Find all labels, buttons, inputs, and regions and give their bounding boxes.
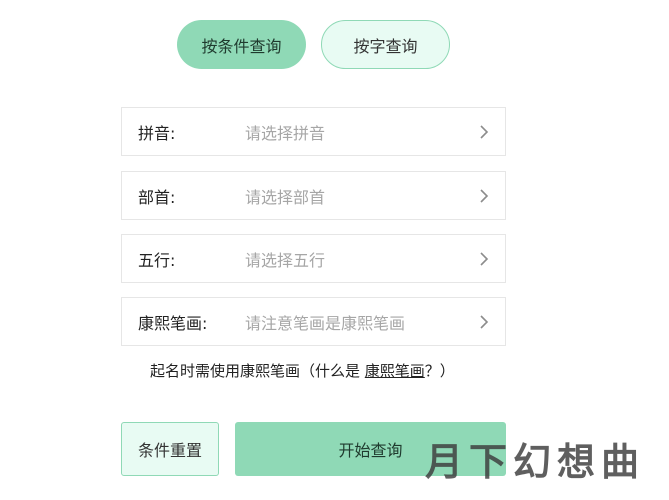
chevron-right-icon (480, 315, 489, 329)
pinyin-label: 拼音: (138, 123, 176, 143)
kangxi-note: 起名时需使用康熙笔画（什么是 康熙笔画？） (150, 360, 455, 381)
chevron-right-icon (480, 252, 489, 266)
five-elements-selector[interactable]: 五行: 请选择五行 (121, 234, 506, 283)
tab-by-character-label: 按字查询 (353, 36, 418, 56)
reset-button-label: 条件重置 (137, 441, 202, 460)
kangxi-strokes-placeholder: 请注意笔画是康熙笔画 (245, 313, 406, 333)
kangxi-strokes-selector[interactable]: 康熙笔画: 请注意笔画是康熙笔画 (121, 297, 506, 346)
chevron-right-icon (480, 125, 489, 139)
tab-by-condition-label: 按条件查询 (201, 36, 282, 56)
start-search-button-label: 开始查询 (338, 441, 403, 460)
reset-button[interactable]: 条件重置 (121, 422, 219, 476)
kangxi-note-suffix: ？） (424, 362, 455, 380)
kangxi-note-prefix: 起名时需使用康熙笔画（什么是 (150, 362, 365, 380)
tab-by-condition[interactable]: 按条件查询 (177, 20, 306, 69)
pinyin-placeholder: 请选择拼音 (245, 123, 326, 143)
kangxi-strokes-link[interactable]: 康熙笔画 (365, 362, 425, 380)
chevron-right-icon (480, 189, 489, 203)
tab-by-character[interactable]: 按字查询 (321, 20, 450, 69)
kangxi-strokes-label: 康熙笔画: (138, 313, 208, 333)
radical-selector[interactable]: 部首: 请选择部首 (121, 171, 506, 220)
five-elements-label: 五行: (138, 250, 176, 270)
radical-label: 部首: (138, 187, 176, 207)
start-search-button[interactable]: 开始查询 (235, 422, 506, 476)
query-page: 按条件查询 按字查询 拼音: 请选择拼音 部首: 请选择部首 五行: 请选择五行… (0, 0, 669, 500)
pinyin-selector[interactable]: 拼音: 请选择拼音 (121, 107, 506, 156)
radical-placeholder: 请选择部首 (245, 187, 326, 207)
five-elements-placeholder: 请选择五行 (245, 250, 326, 270)
